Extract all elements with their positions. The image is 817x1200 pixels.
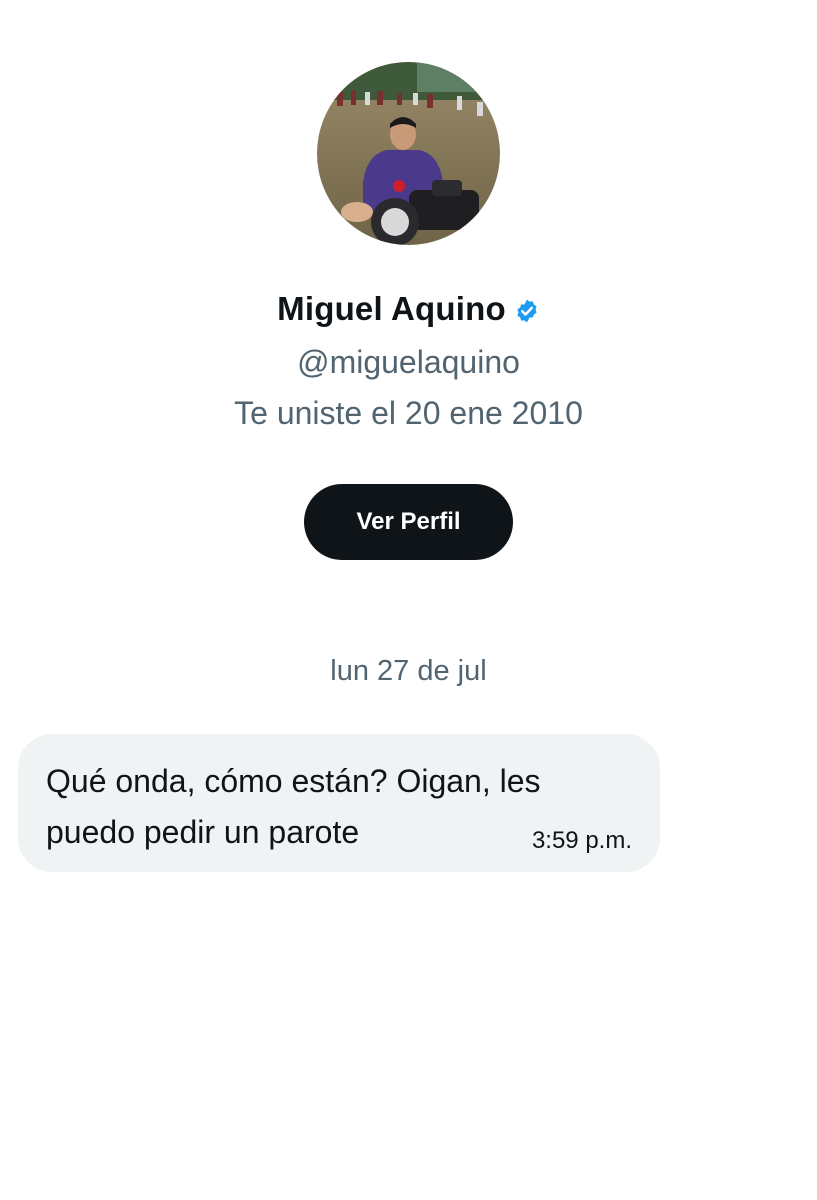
message-timestamp: 3:59 p.m. <box>531 827 632 854</box>
verified-badge-icon <box>514 298 540 324</box>
avatar[interactable] <box>317 62 500 245</box>
view-profile-button[interactable]: Ver Perfil <box>304 484 513 560</box>
display-name: Miguel Aquino <box>277 290 506 327</box>
avatar-photo <box>317 62 500 245</box>
user-handle: @miguelaquino <box>297 344 520 380</box>
message-bubble[interactable]: Qué onda, cómo están? Oigan, les puedo p… <box>18 734 660 872</box>
date-separator: lun 27 de jul <box>330 655 487 687</box>
name-row: Miguel Aquino <box>0 290 817 328</box>
joined-date: Te uniste el 20 ene 2010 <box>234 395 583 431</box>
